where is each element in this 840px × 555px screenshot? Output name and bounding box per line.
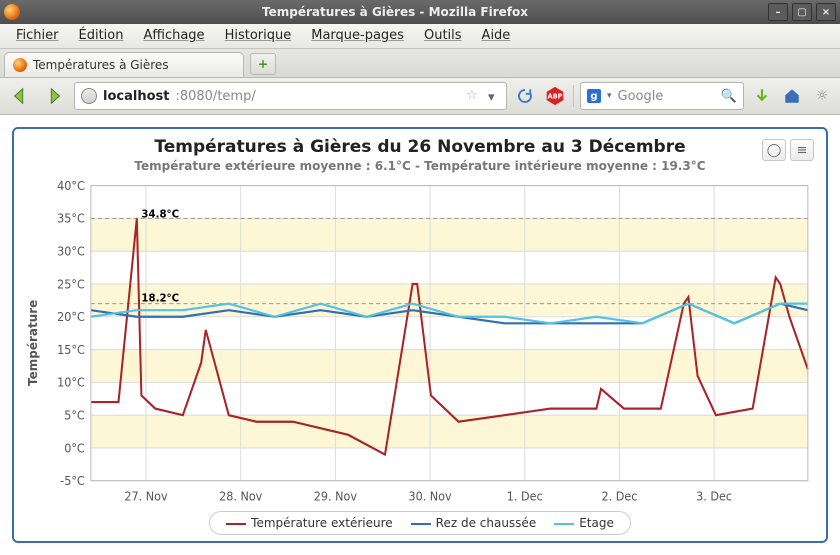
svg-text:34.8°C: 34.8°C <box>141 208 179 220</box>
menu-outils[interactable]: Outils <box>414 24 472 48</box>
svg-text:29. Nov: 29. Nov <box>314 489 357 503</box>
svg-text:5°C: 5°C <box>64 408 85 422</box>
svg-text:27. Nov: 27. Nov <box>124 489 167 503</box>
legend-item-ext[interactable]: Température extérieure <box>226 516 393 530</box>
new-tab-button[interactable]: + <box>250 53 276 75</box>
svg-text:30°C: 30°C <box>57 244 85 258</box>
menu-edition[interactable]: Édition <box>69 24 134 48</box>
legend-item-etage[interactable]: Etage <box>554 516 614 530</box>
chart-title: Températures à Gières du 26 Novembre au … <box>24 137 816 157</box>
home-button[interactable] <box>780 84 804 108</box>
svg-text:10°C: 10°C <box>57 375 85 389</box>
addon-icon[interactable]: ☼ <box>810 84 834 108</box>
downloads-button[interactable] <box>750 84 774 108</box>
bookmark-star-icon[interactable]: ☆ <box>466 88 482 104</box>
chart-legend: Température extérieure Rez de chaussée E… <box>209 511 631 535</box>
chart-svg: -5°C 0°C 5°C 10°C 15°C 20°C 25°C 30°C 35°C 40°C 27… <box>42 179 816 507</box>
chart-toolbar: ◯ ≡ <box>762 139 814 161</box>
reload-button[interactable] <box>513 84 537 108</box>
url-path: :8080/temp/ <box>175 89 255 104</box>
svg-text:30. Nov: 30. Nov <box>408 489 451 503</box>
google-icon: g <box>587 89 601 103</box>
svg-text:15°C: 15°C <box>57 343 85 357</box>
svg-text:ABP: ABP <box>547 93 562 101</box>
search-icon[interactable]: 🔍 <box>721 89 737 104</box>
page-content: ◯ ≡ Températures à Gières du 26 Novembre… <box>0 115 840 555</box>
menu-aide[interactable]: Aide <box>472 24 521 48</box>
site-identity-icon <box>81 88 97 104</box>
browser-window: Températures à Gières - Mozilla Firefox … <box>0 0 840 555</box>
window-title: Températures à Gières - Mozilla Firefox <box>26 5 764 19</box>
chart-card: ◯ ≡ Températures à Gières du 26 Novembre… <box>12 127 828 543</box>
forward-button[interactable] <box>40 83 68 109</box>
tab-label: Températures à Gières <box>33 58 169 72</box>
menu-affichage[interactable]: Affichage <box>133 24 214 48</box>
svg-text:1. Dec: 1. Dec <box>507 489 543 503</box>
chart-menu-button[interactable]: ≡ <box>790 139 814 161</box>
svg-text:35°C: 35°C <box>57 211 85 225</box>
svg-text:3. Dec: 3. Dec <box>696 489 732 503</box>
back-button[interactable] <box>6 83 34 109</box>
url-bar[interactable]: localhost :8080/temp/ ☆ ▾ <box>74 82 507 110</box>
tab-bar: Températures à Gières + <box>0 49 840 78</box>
svg-text:25°C: 25°C <box>57 277 85 291</box>
legend-item-rdc[interactable]: Rez de chaussée <box>411 516 537 530</box>
maximize-button[interactable]: ▢ <box>792 3 812 21</box>
svg-text:2. Dec: 2. Dec <box>601 489 637 503</box>
url-dropdown-icon[interactable]: ▾ <box>488 90 500 102</box>
chart-plot[interactable]: -5°C 0°C 5°C 10°C 15°C 20°C 25°C 30°C 35°C 40°C 27… <box>42 179 816 507</box>
firefox-icon <box>4 4 20 20</box>
svg-text:40°C: 40°C <box>57 179 85 193</box>
menubar: Fichier Édition Affichage Historique Mar… <box>0 24 840 49</box>
chart-header: Températures à Gières du 26 Novembre au … <box>24 137 816 173</box>
menu-historique[interactable]: Historique <box>215 24 302 48</box>
window-titlebar: Températures à Gières - Mozilla Firefox … <box>0 0 840 24</box>
tab-favicon-icon <box>13 58 27 72</box>
url-host: localhost <box>103 89 169 104</box>
chart-zoom-button[interactable]: ◯ <box>762 139 786 161</box>
svg-text:28. Nov: 28. Nov <box>219 489 262 503</box>
close-button[interactable]: × <box>816 3 836 21</box>
svg-text:-5°C: -5°C <box>60 474 85 488</box>
minimize-button[interactable]: – <box>768 3 788 21</box>
svg-text:0°C: 0°C <box>64 441 85 455</box>
adblock-icon[interactable]: ABP <box>543 84 567 108</box>
menu-marque-pages[interactable]: Marque-pages <box>301 24 414 48</box>
svg-text:18.2°C: 18.2°C <box>141 292 179 304</box>
chart-subtitle: Température extérieure moyenne : 6.1°C -… <box>24 159 816 173</box>
y-axis-label: Température <box>24 179 42 507</box>
separator <box>573 85 574 107</box>
search-placeholder: Google <box>618 89 664 104</box>
search-box[interactable]: g ▾ Google 🔍 <box>580 82 744 110</box>
menu-fichier[interactable]: Fichier <box>6 24 69 48</box>
nav-toolbar: localhost :8080/temp/ ☆ ▾ ABP g ▾ Google … <box>0 78 840 115</box>
svg-text:20°C: 20°C <box>57 310 85 324</box>
browser-tab[interactable]: Températures à Gières <box>4 52 244 77</box>
